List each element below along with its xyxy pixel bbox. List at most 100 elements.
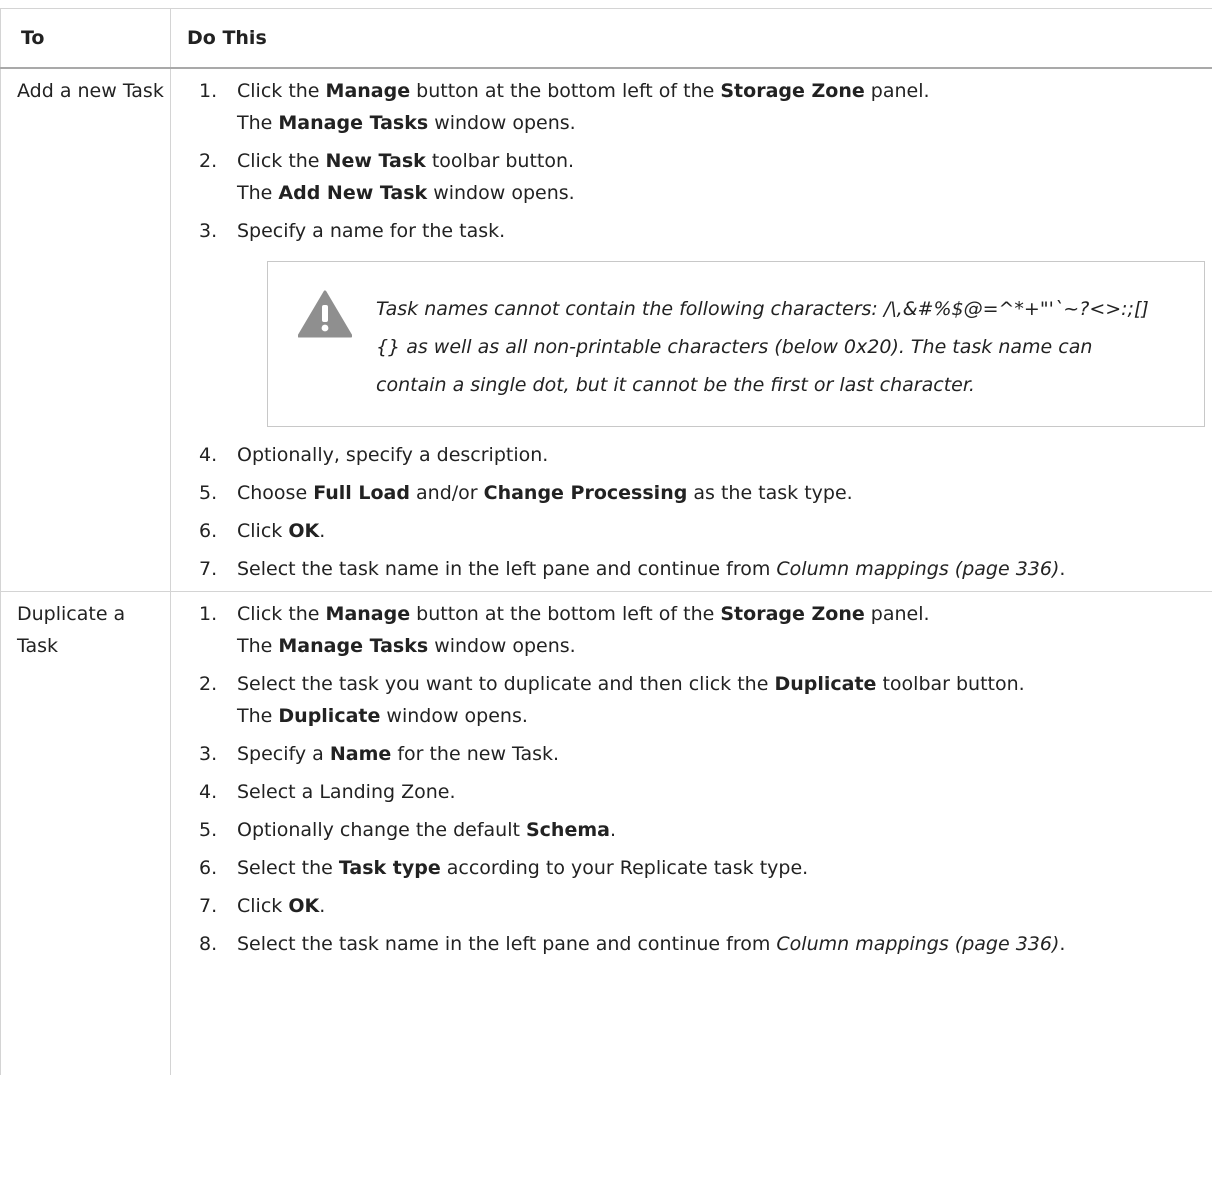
text-segment: and/or	[409, 482, 484, 504]
text-segment: window opens.	[380, 705, 528, 727]
table-header-row: To Do This	[0, 8, 1212, 69]
step-item: 6. Click OK.	[199, 515, 1212, 547]
row-label: Duplicate a Task	[0, 591, 171, 1075]
step-text: Click OK.	[237, 890, 1212, 922]
text-segment: as the task type.	[687, 482, 853, 504]
text-segment: panel.	[864, 80, 930, 102]
step-number: 3.	[199, 743, 218, 765]
ui-term: OK	[288, 895, 320, 917]
step-text: Select the Task type according to your R…	[237, 852, 1212, 884]
step-number: 7.	[199, 895, 218, 917]
warning-icon	[298, 290, 352, 338]
ui-term: Task type	[338, 857, 441, 879]
step-item: 2. Select the task you want to duplicate …	[199, 668, 1212, 732]
ui-term: New Task	[325, 150, 426, 172]
text-segment: Optionally, specify a description.	[237, 444, 549, 466]
text-segment: Click the	[237, 150, 326, 172]
header-to: To	[0, 8, 171, 69]
ui-term: OK	[288, 520, 320, 542]
ui-term: Schema	[525, 819, 610, 841]
text-segment: The	[237, 182, 279, 204]
text-segment: window opens.	[428, 635, 576, 657]
header-do-this: Do This	[170, 8, 1212, 69]
step-item: 4. Optionally, specify a description.	[199, 439, 1212, 471]
text-segment: Select the task name in the left pane an…	[237, 558, 777, 580]
text-segment: window opens.	[428, 112, 576, 134]
text-segment: Select a Landing Zone.	[237, 781, 456, 803]
step-item: 1. Click the Manage button at the bottom …	[199, 75, 1212, 139]
step-text: Click the Manage button at the bottom le…	[237, 598, 1212, 662]
instructions-table: To Do This Add a new Task 1. Click the Ma…	[0, 8, 1212, 1075]
step-text: Select the task you want to duplicate an…	[237, 668, 1212, 732]
step-number: 1.	[199, 80, 218, 102]
text-segment: for the new Task.	[391, 743, 560, 765]
text-segment: button at the bottom left of the	[410, 603, 721, 625]
text-segment: according to your Replicate task type.	[440, 857, 809, 879]
step-item: 8. Select the task name in the left pane …	[199, 928, 1212, 960]
text-segment: Click the	[237, 603, 326, 625]
step-text: Select the task name in the left pane an…	[237, 553, 1212, 585]
text-segment: Select the task name in the left pane an…	[237, 933, 777, 955]
step-number: 3.	[199, 220, 218, 242]
row-label: Add a new Task	[0, 68, 171, 592]
ui-term: Add New Task	[278, 182, 428, 204]
step-item: 3. Specify a Name for the new Task.	[199, 738, 1212, 770]
ui-term: Full Load	[313, 482, 410, 504]
steps-list: 1. Click the Manage button at the bottom …	[199, 598, 1212, 960]
step-number: 1.	[199, 603, 218, 625]
step-item: 5. Optionally change the default Schema.	[199, 814, 1212, 846]
step-item: 1. Click the Manage button at the bottom …	[199, 598, 1212, 662]
step-text: Specify a Name for the new Task.	[237, 738, 1212, 770]
text-segment: .	[609, 819, 617, 841]
step-item: 3. Specify a name for the task.	[199, 215, 1212, 247]
step-text: Specify a name for the task.	[237, 215, 1212, 247]
text-segment: window opens.	[427, 182, 575, 204]
text-segment: Click	[237, 895, 289, 917]
step-number: 8.	[199, 933, 218, 955]
step-item: 7. Select the task name in the left pane …	[199, 553, 1212, 585]
text-segment: .	[319, 520, 326, 542]
text-segment: toolbar button.	[425, 150, 575, 172]
step-text: Select the task name in the left pane an…	[237, 928, 1212, 960]
text-segment: The	[237, 635, 279, 657]
step-number: 2.	[199, 673, 218, 695]
step-number: 5.	[199, 819, 218, 841]
cross-reference: Column mappings (page 336)	[776, 933, 1060, 955]
ui-term: Manage Tasks	[278, 112, 429, 134]
text-segment: .	[1059, 933, 1066, 955]
step-number: 4.	[199, 781, 218, 803]
ui-term: Storage Zone	[720, 80, 865, 102]
warning-note: Task names cannot contain the following …	[267, 261, 1205, 427]
table-row: Add a new Task 1. Click the Manage button…	[0, 68, 1212, 592]
text-segment: Optionally change the default	[237, 819, 526, 841]
ui-term: Name	[329, 743, 392, 765]
ui-term: Manage Tasks	[278, 635, 429, 657]
step-number: 7.	[199, 558, 218, 580]
text-segment: Select the task you want to duplicate an…	[237, 673, 775, 695]
row-steps: 1. Click the Manage button at the bottom …	[170, 68, 1212, 592]
text-segment: .	[1059, 558, 1066, 580]
text-segment: panel.	[864, 603, 930, 625]
warning-note-text: Task names cannot contain the following …	[376, 298, 1149, 396]
ui-term: Duplicate	[774, 673, 877, 695]
text-segment: Select the	[237, 857, 339, 879]
ui-term: Manage	[325, 603, 411, 625]
step-text: Choose Full Load and/or Change Processin…	[237, 477, 1212, 509]
step-item: 2. Click the New Task toolbar button. The …	[199, 145, 1212, 209]
step-text: Click OK.	[237, 515, 1212, 547]
step-text: Click the Manage button at the bottom le…	[237, 75, 1212, 139]
cross-reference: Column mappings (page 336)	[776, 558, 1060, 580]
step-number: 2.	[199, 150, 218, 172]
text-segment: button at the bottom left of the	[410, 80, 721, 102]
text-segment: .	[319, 895, 326, 917]
ui-term: Manage	[325, 80, 411, 102]
step-text: Click the New Task toolbar button. The Ad…	[237, 145, 1212, 209]
step-item: 7. Click OK.	[199, 890, 1212, 922]
step-text: Optionally change the default Schema.	[237, 814, 1212, 846]
ui-term: Duplicate	[278, 705, 381, 727]
text-segment: The	[237, 705, 279, 727]
ui-term: Change Processing	[483, 482, 688, 504]
step-text: Select a Landing Zone.	[237, 776, 1212, 808]
text-segment: The	[237, 112, 279, 134]
step-number: 6.	[199, 520, 218, 542]
